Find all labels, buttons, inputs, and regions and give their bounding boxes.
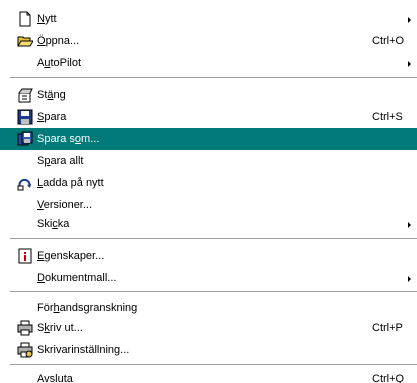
- menu-item-label: Öppna...: [37, 35, 80, 47]
- properties-icon: [18, 248, 32, 264]
- submenu-arrow-icon: [408, 222, 411, 228]
- menu-item-autopilot[interactable]: AutoPilot: [0, 52, 417, 74]
- menu-item-label: Spara: [37, 111, 67, 123]
- menu-separator: [10, 238, 417, 240]
- menu-item-skicka[interactable]: Skicka: [0, 213, 417, 235]
- menu-item-label: AutoPilot: [37, 57, 82, 69]
- menu-item-oppna[interactable]: Öppna... Ctrl+O: [0, 30, 417, 52]
- menu-item-stang[interactable]: Stäng: [0, 84, 417, 106]
- menu-item-label: Skrivarinställning...: [37, 344, 130, 356]
- reload-icon: [17, 178, 31, 191]
- menu-item-skriv-ut[interactable]: Skriv ut... Ctrl+P: [0, 317, 417, 339]
- menu-item-skrivarinstallning[interactable]: Skrivarinställning...: [0, 339, 417, 361]
- menu-separator: [10, 364, 417, 366]
- file-menu: Nytt Öppna... Ctrl+O AutoPilot Stäng Spa…: [0, 0, 417, 383]
- shortcut-label: Ctrl+Q: [372, 373, 405, 383]
- shortcut-label: Ctrl+S: [372, 111, 403, 123]
- submenu-arrow-icon: [408, 17, 411, 23]
- menu-separator: [10, 77, 417, 79]
- save-as-icon: [17, 131, 33, 146]
- menu-item-spara-allt[interactable]: Spara allt: [0, 150, 417, 172]
- menu-separator: [10, 291, 417, 293]
- new-document-icon: [19, 11, 31, 27]
- menu-item-label: Dokumentmall...: [37, 272, 117, 284]
- menu-item-label: Nytt: [37, 13, 57, 25]
- menu-item-ladda-pa-nytt[interactable]: Ladda på nytt: [0, 172, 417, 194]
- menu-item-label: Spara allt: [37, 155, 84, 167]
- menu-item-label: Spara som...: [37, 133, 100, 145]
- menu-item-dokumentmall[interactable]: Dokumentmall...: [0, 267, 417, 289]
- menu-item-forhandsgranskning[interactable]: Förhandsgranskning: [0, 297, 417, 319]
- submenu-arrow-icon: [408, 276, 411, 282]
- shortcut-label: Ctrl+O: [372, 35, 405, 47]
- menu-item-avsluta[interactable]: Avsluta Ctrl+Q: [0, 368, 417, 383]
- menu-item-label: Skicka: [37, 218, 70, 230]
- menu-item-spara[interactable]: Spara Ctrl+S: [0, 106, 417, 128]
- open-folder-icon: [17, 36, 33, 47]
- menu-item-label: Förhandsgranskning: [37, 302, 138, 314]
- menu-item-label: Avsluta: [37, 373, 73, 383]
- submenu-arrow-icon: [408, 61, 411, 67]
- printer-icon: [17, 320, 33, 336]
- menu-item-label: Egenskaper...: [37, 250, 105, 262]
- printer-setup-icon: [17, 342, 33, 358]
- floppy-disk-icon: [17, 109, 33, 125]
- menu-item-label: Skriv ut...: [37, 322, 83, 334]
- menu-item-egenskaper[interactable]: Egenskaper...: [0, 245, 417, 267]
- shortcut-label: Ctrl+P: [372, 322, 403, 334]
- menu-item-nytt[interactable]: Nytt: [0, 8, 417, 30]
- close-document-icon: [18, 88, 33, 103]
- menu-item-label: Ladda på nytt: [37, 177, 104, 189]
- menu-item-spara-som[interactable]: Spara som...: [0, 128, 417, 150]
- menu-item-label: Stäng: [37, 89, 66, 101]
